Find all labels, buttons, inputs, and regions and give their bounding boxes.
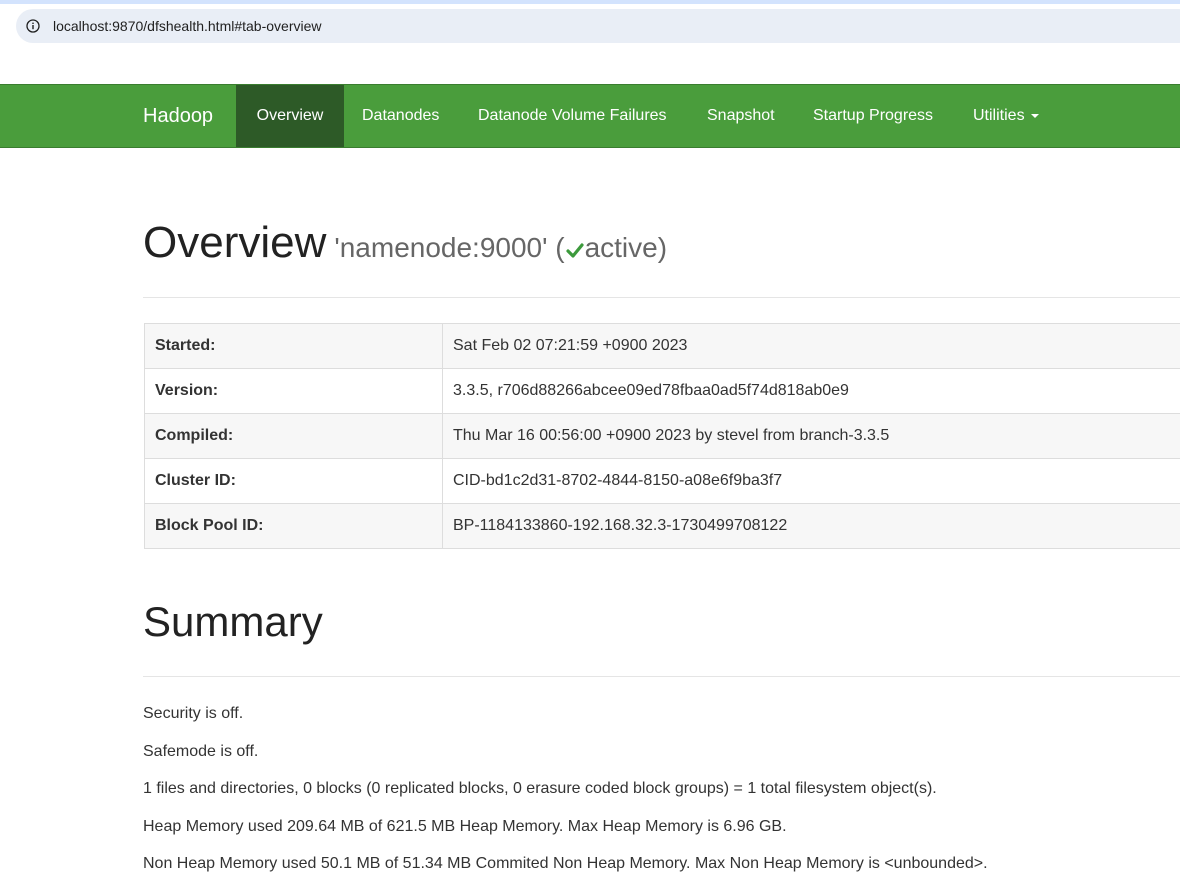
- divider: [143, 676, 1180, 677]
- tab-utilities-label: Utilities: [973, 107, 1025, 124]
- browser-top-accent: [0, 0, 1180, 4]
- tab-utilities-dropdown[interactable]: Utilities: [973, 85, 1039, 147]
- overview-info-table: Started: Sat Feb 02 07:21:59 +0900 2023 …: [144, 323, 1180, 549]
- address-bar[interactable]: localhost:9870/dfshealth.html#tab-overvi…: [16, 9, 1180, 43]
- row-value: BP-1184133860-192.168.32.3-1730499708122: [442, 503, 1180, 549]
- divider: [143, 297, 1180, 298]
- tab-overview[interactable]: Overview: [236, 85, 344, 147]
- table-row: Version: 3.3.5, r706d88266abcee09ed78fba…: [144, 368, 1180, 414]
- row-value: Sat Feb 02 07:21:59 +0900 2023: [442, 323, 1180, 369]
- namenode-state: active: [584, 232, 658, 263]
- summary-heading: Summary: [143, 598, 323, 645]
- tab-datanodes-label: Datanodes: [362, 107, 440, 124]
- namenode-status: 'namenode:9000' ( active): [334, 232, 667, 263]
- summary-heap-memory: Heap Memory used 209.64 MB of 621.5 MB H…: [143, 818, 787, 835]
- summary-safemode: Safemode is off.: [143, 743, 259, 760]
- table-row: Compiled: Thu Mar 16 00:56:00 +0900 2023…: [144, 413, 1180, 459]
- row-key: Cluster ID:: [144, 458, 443, 504]
- summary-non-heap-memory: Non Heap Memory used 50.1 MB of 51.34 MB…: [143, 855, 988, 872]
- page-title-text: Overview: [143, 218, 327, 267]
- table-row: Started: Sat Feb 02 07:21:59 +0900 2023: [144, 323, 1180, 369]
- caret-down-icon: [1030, 113, 1039, 118]
- page-title: Overview'namenode:9000' ( active): [143, 218, 667, 268]
- row-key: Started:: [144, 323, 443, 369]
- tab-datanodes[interactable]: Datanodes: [362, 85, 439, 147]
- namenode-status-close: ): [657, 232, 668, 263]
- navbar-brand[interactable]: Hadoop: [143, 85, 213, 147]
- summary-security: Security is off.: [143, 705, 244, 722]
- info-icon[interactable]: [26, 19, 40, 33]
- table-row: Cluster ID: CID-bd1c2d31-8702-4844-8150-…: [144, 458, 1180, 504]
- tab-snapshot-label: Snapshot: [707, 107, 775, 124]
- navbar: Hadoop Overview Datanodes Datanode Volum…: [0, 84, 1180, 148]
- namenode-address: 'namenode:9000' (: [334, 232, 565, 263]
- tab-snapshot[interactable]: Snapshot: [707, 85, 775, 147]
- check-icon: [565, 243, 584, 258]
- tab-startup-progress-label: Startup Progress: [813, 107, 934, 124]
- tab-datanode-volume-failures[interactable]: Datanode Volume Failures: [478, 85, 667, 147]
- row-key: Block Pool ID:: [144, 503, 443, 549]
- url-text[interactable]: localhost:9870/dfshealth.html#tab-overvi…: [53, 17, 322, 35]
- tab-overview-label: Overview: [256, 107, 324, 124]
- row-value: Thu Mar 16 00:56:00 +0900 2023 by stevel…: [442, 413, 1180, 459]
- table-row: Block Pool ID: BP-1184133860-192.168.32.…: [144, 503, 1180, 549]
- row-key: Compiled:: [144, 413, 443, 459]
- summary-filesystem-objects: 1 files and directories, 0 blocks (0 rep…: [143, 780, 937, 797]
- row-value: 3.3.5, r706d88266abcee09ed78fbaa0ad5f74d…: [442, 368, 1180, 414]
- tab-startup-progress[interactable]: Startup Progress: [813, 85, 933, 147]
- row-key: Version:: [144, 368, 443, 414]
- row-value: CID-bd1c2d31-8702-4844-8150-a08e6f9ba3f7: [442, 458, 1180, 504]
- tab-datanode-volume-failures-label: Datanode Volume Failures: [478, 107, 667, 124]
